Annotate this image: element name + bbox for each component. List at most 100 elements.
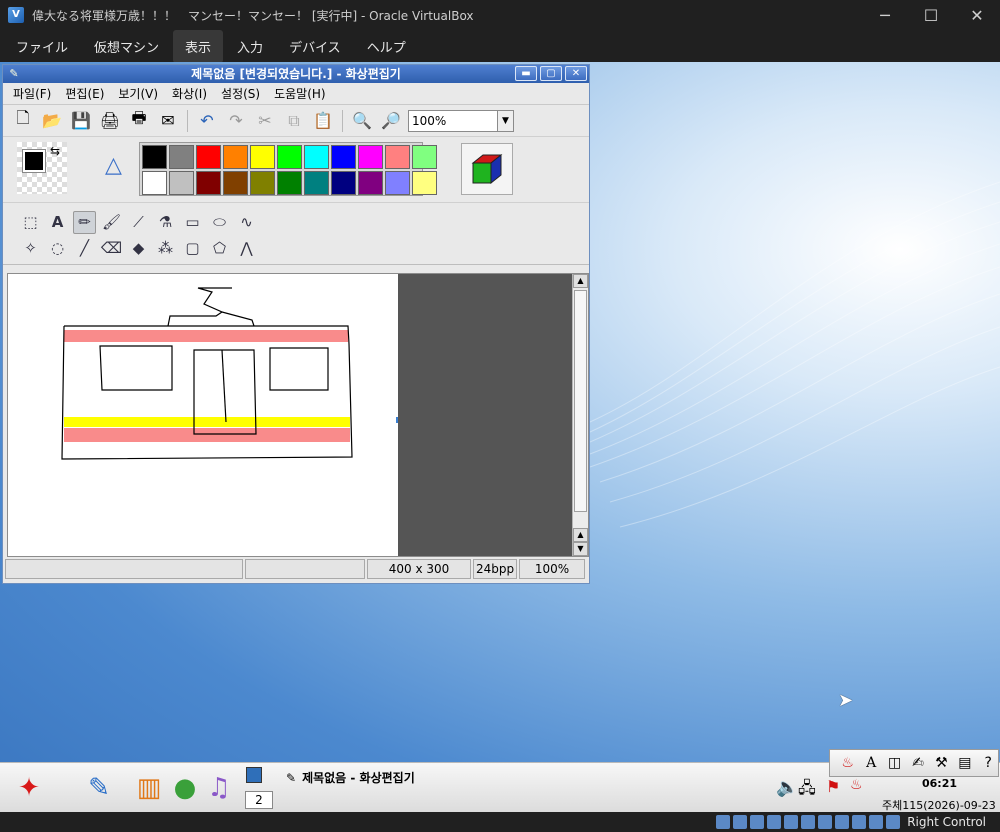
taskbar-window-button[interactable]: ✎ 제목없음 - 화상편집기 xyxy=(286,769,415,786)
clipboard-icon[interactable]: ▤ xyxy=(955,753,974,773)
color-cube-icon[interactable] xyxy=(461,143,513,195)
menu-machine[interactable]: 仮想マシン xyxy=(82,30,171,63)
new-file-icon[interactable]: 🗋 xyxy=(11,108,35,133)
palette-swatch[interactable] xyxy=(412,145,437,169)
zoom-in-icon[interactable]: 🔍 xyxy=(350,109,374,133)
paint-maximize-button[interactable]: ▢ xyxy=(540,66,562,81)
copy-icon[interactable]: ⧉ xyxy=(282,109,306,133)
palette-swatch[interactable] xyxy=(385,145,410,169)
palette-swatch[interactable] xyxy=(331,145,356,169)
shape-icon[interactable]: ⋀ xyxy=(235,237,258,260)
palette-swatch[interactable] xyxy=(169,145,194,169)
foreground-background-colors[interactable]: ⇆ xyxy=(17,142,67,194)
cut-icon[interactable]: ✂ xyxy=(253,109,277,133)
paint-menu-help[interactable]: 도움말(H) xyxy=(267,85,333,102)
text-tool-icon[interactable]: A xyxy=(46,211,69,234)
edit-icon[interactable]: ✍ xyxy=(908,753,927,773)
curve-icon[interactable]: ∿ xyxy=(235,211,258,234)
mouse-integration-icon[interactable] xyxy=(869,815,884,829)
zoom-out-icon[interactable]: 🔎 xyxy=(379,109,403,133)
palette-swatch[interactable] xyxy=(196,145,221,169)
lasso-select-icon[interactable]: ✧ xyxy=(19,237,42,260)
pencil-icon[interactable]: ✏ xyxy=(73,210,96,234)
media-launcher-icon[interactable]: ♫ xyxy=(202,771,236,805)
palette-swatch[interactable] xyxy=(196,171,221,195)
menu-view[interactable]: 表示 xyxy=(173,29,224,63)
minimize-button[interactable]: ─ xyxy=(862,0,908,30)
recording-icon[interactable] xyxy=(835,815,850,829)
editor-launcher-icon[interactable]: ✎ xyxy=(82,771,116,805)
scroll-up-icon[interactable]: ▲ xyxy=(573,274,588,288)
send-mail-icon[interactable]: ✉ xyxy=(156,109,180,133)
airbrush-icon[interactable]: ⁂ xyxy=(154,237,177,260)
help-icon[interactable]: ? xyxy=(979,753,998,773)
notification-flame-icon[interactable]: ♨ xyxy=(850,777,863,793)
network-icon[interactable]: 🖧 xyxy=(798,777,816,804)
optical-drive-icon[interactable] xyxy=(733,815,748,829)
palette-swatch[interactable] xyxy=(277,145,302,169)
zoom-select[interactable]: 100% ▼ xyxy=(408,109,514,132)
open-folder-icon[interactable]: 📂 xyxy=(40,109,64,133)
paint-menu-settings[interactable]: 설정(S) xyxy=(214,85,267,102)
palette-swatch[interactable] xyxy=(304,145,329,169)
paint-menu-image[interactable]: 화상(I) xyxy=(165,85,214,102)
scroll-down-icon[interactable]: ▼ xyxy=(573,542,588,556)
maximize-button[interactable]: ☐ xyxy=(908,0,954,30)
redo-icon[interactable]: ↷ xyxy=(224,109,248,133)
layout-icon[interactable]: ◫ xyxy=(885,753,904,773)
font-icon[interactable]: A xyxy=(861,753,880,773)
browser-launcher-icon[interactable]: ● xyxy=(168,771,202,805)
start-menu-star-icon[interactable]: ✦ xyxy=(12,771,46,805)
palette-swatch[interactable] xyxy=(331,171,356,195)
shared-folders-icon[interactable] xyxy=(801,815,816,829)
office-launcher-icon[interactable]: ▥ xyxy=(132,771,166,805)
paint-menu-edit[interactable]: 편집(E) xyxy=(58,85,111,102)
palette-swatch[interactable] xyxy=(358,171,383,195)
fill-bucket-icon[interactable]: ⚗ xyxy=(154,211,177,234)
eraser-icon[interactable]: ⌫ xyxy=(100,237,123,260)
paint-menu-file[interactable]: 파일(F) xyxy=(6,85,58,102)
rect-select-icon[interactable]: ⬚ xyxy=(19,211,42,234)
hard-disk-icon[interactable] xyxy=(716,815,731,829)
vertical-scrollbar[interactable]: ▲ ▲ ▼ xyxy=(572,274,588,556)
ellipse-select-icon[interactable]: ◌ xyxy=(46,237,69,260)
palette-swatch[interactable] xyxy=(385,171,410,195)
pyramid-icon[interactable]: △ xyxy=(105,153,122,178)
palette-swatch[interactable] xyxy=(223,145,248,169)
line-icon[interactable]: ╱ xyxy=(73,237,96,260)
paste-icon[interactable]: 📋 xyxy=(311,109,335,133)
save-icon[interactable]: 💾 xyxy=(69,109,93,133)
palette-swatch[interactable] xyxy=(250,145,275,169)
polygon-icon[interactable]: ⬠ xyxy=(208,237,231,260)
menu-file[interactable]: ファイル xyxy=(4,30,80,63)
print-preview-icon[interactable]: 🖶 xyxy=(127,108,151,133)
palette-swatch[interactable] xyxy=(304,171,329,195)
display-icon[interactable] xyxy=(818,815,833,829)
rectangle-icon[interactable]: ▭ xyxy=(181,211,204,234)
clock[interactable]: 06:21 xyxy=(922,777,957,790)
usb-icon[interactable] xyxy=(784,815,799,829)
paint-close-button[interactable]: ✕ xyxy=(565,66,587,81)
menu-help[interactable]: ヘルプ xyxy=(355,30,418,63)
palette-swatch[interactable] xyxy=(277,171,302,195)
cpu-icon[interactable] xyxy=(852,815,867,829)
palette-swatch[interactable] xyxy=(250,171,275,195)
print-icon[interactable]: 🖨 xyxy=(98,109,122,133)
palette-swatch[interactable] xyxy=(412,171,437,195)
volume-icon[interactable]: 🔈 xyxy=(776,777,798,798)
scrollbar-thumb[interactable] xyxy=(574,290,587,512)
scroll-up-bottom-icon[interactable]: ▲ xyxy=(573,528,588,542)
desktop-number[interactable]: 2 xyxy=(245,791,273,809)
palette-swatch[interactable] xyxy=(223,171,248,195)
flag-icon[interactable]: ⚑ xyxy=(826,777,840,796)
palette-swatch[interactable] xyxy=(169,171,194,195)
audio-icon[interactable] xyxy=(750,815,765,829)
desktop-pager-icon[interactable] xyxy=(246,767,262,783)
swap-colors-icon[interactable]: ⇆ xyxy=(50,144,60,158)
chevron-down-icon[interactable]: ▼ xyxy=(497,110,513,131)
network-adapter-icon[interactable] xyxy=(767,815,782,829)
color-picker-icon[interactable]: ⟋ xyxy=(127,211,150,234)
palette-swatch[interactable] xyxy=(142,171,167,195)
foreground-color-swatch[interactable] xyxy=(22,149,46,173)
ellipse-icon[interactable]: ⬭ xyxy=(208,211,231,234)
